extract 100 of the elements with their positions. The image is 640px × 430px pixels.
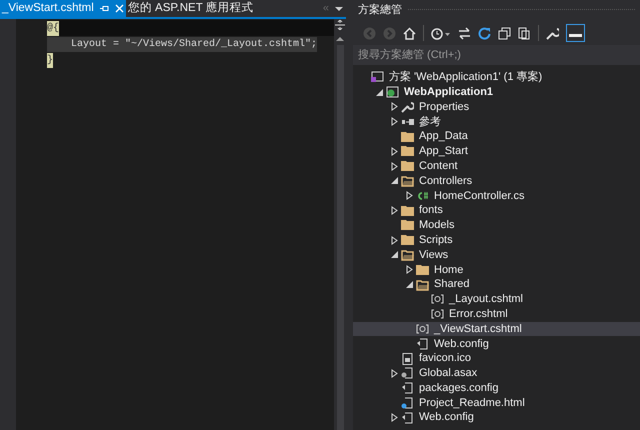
tree-item[interactable]: _Layout.cshtml xyxy=(353,292,640,307)
home-icon[interactable] xyxy=(403,26,416,40)
tree-item-label: favicon.ico xyxy=(419,351,471,366)
search-field[interactable]: 搜尋方案總管 (Ctrl+;) xyxy=(353,45,640,65)
tree-item[interactable]: 參考 xyxy=(353,114,640,130)
tree-item-label: packages.config xyxy=(419,380,498,396)
expanded-arrow-icon[interactable] xyxy=(391,177,398,184)
tree-item[interactable]: Home xyxy=(353,262,640,278)
tree-item[interactable]: Web.config xyxy=(353,410,640,426)
tree-item-label: Views xyxy=(419,248,448,263)
dropdown-icon[interactable] xyxy=(335,6,343,12)
config-file-icon xyxy=(416,338,429,350)
tree-item[interactable]: _ViewStart.cshtml xyxy=(353,322,640,336)
preview-toggle-button[interactable] xyxy=(566,24,585,42)
clock-icon[interactable] xyxy=(431,26,451,40)
tree-item-label: Shared xyxy=(434,277,470,292)
tree-item[interactable]: packages.config xyxy=(353,380,640,396)
collapsed-arrow-icon[interactable] xyxy=(391,413,398,422)
files-icon[interactable] xyxy=(518,26,531,40)
tree-item[interactable]: Web.config xyxy=(353,336,640,352)
split-icon[interactable] xyxy=(335,20,345,30)
collapsed-arrow-icon[interactable] xyxy=(406,191,413,200)
tree-item[interactable]: Scripts xyxy=(353,232,640,248)
tree-item[interactable]: HomeController.cs xyxy=(353,188,640,204)
tree-item[interactable]: fonts xyxy=(353,203,640,218)
folder-icon xyxy=(401,219,414,232)
tree-item[interactable]: Content xyxy=(353,158,640,174)
collapsed-arrow-icon[interactable] xyxy=(391,117,398,126)
tree-item-label: HomeController.cs xyxy=(434,188,524,204)
tree-item[interactable]: App_Start xyxy=(353,144,640,159)
tree-item-label: Models xyxy=(419,218,454,234)
tree-item-label: Web.config xyxy=(434,336,489,352)
tree-item[interactable]: Controllers xyxy=(353,174,640,188)
solution-icon xyxy=(371,71,384,84)
tree-item[interactable]: Properties xyxy=(353,100,640,114)
refresh-icon[interactable] xyxy=(478,26,491,40)
razor-file-icon xyxy=(431,293,444,306)
open-folder-icon xyxy=(416,278,429,291)
wrench-icon xyxy=(401,100,414,113)
tree-item[interactable]: WebApplication1 xyxy=(353,84,640,100)
collapsed-arrow-icon[interactable] xyxy=(391,368,398,378)
tree-item-label: 方案 'WebApplication1' (1 專案) xyxy=(389,70,542,86)
tree-item[interactable]: Error.cshtml xyxy=(353,306,640,322)
sync-icon[interactable] xyxy=(458,26,471,40)
folder-icon xyxy=(401,204,414,217)
tab-label: _ViewStart.cshtml xyxy=(2,0,94,16)
open-folder-icon xyxy=(401,174,414,187)
razor-file-icon xyxy=(416,322,429,335)
folder-icon xyxy=(416,264,429,276)
tree-item-label: WebApplication1 xyxy=(404,84,494,100)
editor-tab[interactable]: _ViewStart.cshtml xyxy=(0,0,126,17)
open-folder-icon xyxy=(401,248,414,261)
close-icon[interactable] xyxy=(114,4,124,13)
tree-item-label: Project_Readme.html xyxy=(419,396,525,411)
tree-item-label: Scripts xyxy=(419,232,453,248)
expanded-arrow-icon[interactable] xyxy=(406,281,413,288)
tree-item[interactable]: Shared xyxy=(353,277,640,292)
tree-item-label: Web.config xyxy=(419,410,474,426)
wrench-icon[interactable] xyxy=(546,26,559,40)
tree-item-label: Home xyxy=(434,262,464,278)
collapsed-arrow-icon[interactable] xyxy=(391,236,398,245)
image-file-icon xyxy=(401,352,414,365)
tree-item[interactable]: Project_Readme.html xyxy=(353,396,640,410)
pin-icon[interactable] xyxy=(100,5,109,12)
tree-item-label: fonts xyxy=(419,203,443,218)
folder-icon xyxy=(401,130,414,143)
tree-item[interactable]: favicon.ico xyxy=(353,351,640,366)
tree-item-label: _Layout.cshtml xyxy=(449,292,523,308)
tree-item-label: Controllers xyxy=(419,174,472,189)
project-icon xyxy=(386,86,399,98)
tree-item-label: Error.cshtml xyxy=(449,306,508,322)
config-file-icon xyxy=(401,382,414,394)
panel-title: 方案總管 xyxy=(358,2,402,18)
tree-item-label: 參考 xyxy=(419,114,441,130)
collapse-icon[interactable] xyxy=(498,26,511,40)
folder-icon xyxy=(401,160,414,172)
folder-icon xyxy=(401,145,414,158)
config-file-icon xyxy=(401,412,414,424)
tree-item-label: App_Data xyxy=(419,129,468,144)
tree-item-label: _ViewStart.cshtml xyxy=(434,322,522,337)
tree-item[interactable]: Global.asax xyxy=(353,366,640,381)
collapsed-arrow-icon[interactable] xyxy=(391,102,398,112)
csharp-icon xyxy=(416,190,429,202)
tree-item[interactable]: Views xyxy=(353,248,640,262)
tree-item[interactable]: Models xyxy=(353,218,640,233)
expanded-arrow-icon[interactable] xyxy=(391,251,398,258)
folder-icon xyxy=(401,234,414,246)
tree-item[interactable]: App_Data xyxy=(353,129,640,144)
tree-item-label: Properties xyxy=(419,100,470,115)
collapsed-arrow-icon[interactable] xyxy=(406,265,413,274)
expanded-arrow-icon[interactable] xyxy=(376,88,383,96)
tree-item-label: App_Start xyxy=(419,144,468,160)
razor-file-icon xyxy=(431,308,444,320)
scroll-up-icon[interactable] xyxy=(336,36,344,42)
gear-file-icon xyxy=(401,367,414,380)
collapsed-arrow-icon[interactable] xyxy=(391,162,398,171)
collapsed-arrow-icon[interactable] xyxy=(391,206,398,216)
tree-item-label: Global.asax xyxy=(419,366,478,382)
tree-item[interactable]: 方案 'WebApplication1' (1 專案) xyxy=(353,70,640,85)
collapsed-arrow-icon[interactable] xyxy=(391,146,398,156)
